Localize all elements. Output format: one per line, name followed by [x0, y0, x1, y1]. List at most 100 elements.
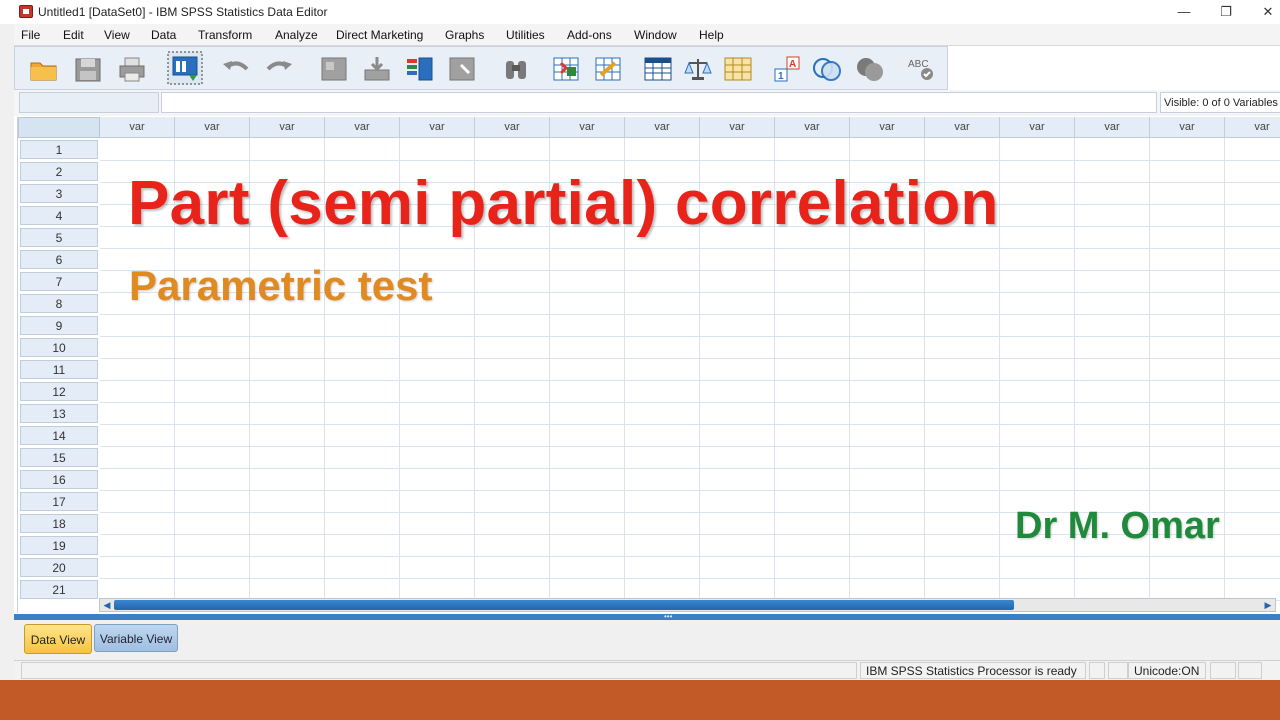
column-header-var[interactable]: var	[1225, 117, 1280, 138]
tab-data-view[interactable]: Data View	[24, 624, 92, 654]
column-header-var[interactable]: var	[475, 117, 550, 138]
visible-variables-count: Visible: 0 of 0 Variables	[1160, 92, 1280, 113]
cell-value-input[interactable]	[161, 92, 1157, 113]
grid-row-line	[100, 314, 1280, 315]
column-header-var[interactable]: var	[250, 117, 325, 138]
save-icon[interactable]	[73, 55, 103, 83]
menu-transform[interactable]: Transform	[198, 28, 252, 42]
menu-file[interactable]: File	[21, 28, 40, 42]
row-header[interactable]: 4	[20, 206, 98, 225]
menu-direct-marketing[interactable]: Direct Marketing	[336, 28, 423, 42]
row-header[interactable]: 20	[20, 558, 98, 577]
menu-add-ons[interactable]: Add-ons	[567, 28, 612, 42]
column-header-var[interactable]: var	[1075, 117, 1150, 138]
horizontal-scrollbar[interactable]: ◀ ▶	[99, 598, 1276, 612]
row-header[interactable]: 11	[20, 360, 98, 379]
value-labels-icon[interactable]: A 1	[773, 55, 803, 83]
menu-data[interactable]: Data	[151, 28, 176, 42]
status-blank-cell	[21, 662, 857, 679]
grid-row-line	[100, 468, 1280, 469]
undo-icon[interactable]	[221, 55, 251, 83]
column-header-var[interactable]: var	[400, 117, 475, 138]
row-header[interactable]: 10	[20, 338, 98, 357]
dialog-recall-icon[interactable]	[167, 51, 203, 85]
variables-icon[interactable]	[405, 55, 435, 83]
tab-variable-view[interactable]: Variable View	[94, 624, 178, 652]
open-folder-icon[interactable]	[29, 55, 59, 83]
column-header-var[interactable]: var	[700, 117, 775, 138]
print-icon[interactable]	[117, 55, 147, 83]
overlay-subtitle: Parametric test	[129, 262, 433, 309]
weight-cases-icon[interactable]	[683, 55, 713, 83]
grid-corner[interactable]	[18, 117, 100, 138]
spell-check-icon[interactable]: ABC	[907, 55, 937, 83]
row-header[interactable]: 9	[20, 316, 98, 335]
menu-graphs[interactable]: Graphs	[445, 28, 484, 42]
scroll-left-arrow-icon[interactable]: ◀	[101, 599, 113, 611]
status-cell-d	[1238, 662, 1262, 679]
restore-button[interactable]: ❐	[1206, 2, 1246, 22]
row-header[interactable]: 12	[20, 382, 98, 401]
menu-utilities[interactable]: Utilities	[506, 28, 545, 42]
row-header[interactable]: 17	[20, 492, 98, 511]
menu-analyze[interactable]: Analyze	[275, 28, 318, 42]
insert-cases-icon[interactable]	[551, 55, 581, 83]
column-header-var[interactable]: var	[1000, 117, 1075, 138]
column-header-var[interactable]: var	[925, 117, 1000, 138]
row-header[interactable]: 6	[20, 250, 98, 269]
row-header[interactable]: 19	[20, 536, 98, 555]
row-header[interactable]: 7	[20, 272, 98, 291]
menu-window[interactable]: Window	[634, 28, 677, 42]
row-header[interactable]: 16	[20, 470, 98, 489]
grid-row-line	[100, 578, 1280, 579]
row-header[interactable]: 3	[20, 184, 98, 203]
cell-reference-box[interactable]	[19, 92, 159, 113]
use-sets-icon[interactable]	[812, 55, 842, 83]
grid-column-line	[1224, 138, 1225, 598]
column-header-var[interactable]: var	[175, 117, 250, 138]
show-all-variables-icon[interactable]	[855, 55, 885, 83]
column-header-var[interactable]: var	[325, 117, 400, 138]
row-header[interactable]: 15	[20, 448, 98, 467]
row-header[interactable]: 18	[20, 514, 98, 533]
column-header-var[interactable]: var	[100, 117, 175, 138]
column-header-var[interactable]: var	[850, 117, 925, 138]
row-header[interactable]: 21	[20, 580, 98, 599]
close-button[interactable]: ✕	[1248, 2, 1280, 22]
scroll-right-arrow-icon[interactable]: ▶	[1262, 599, 1274, 611]
grid-row-line	[100, 160, 1280, 161]
column-header-var[interactable]: var	[625, 117, 700, 138]
row-header[interactable]: 1	[20, 140, 98, 159]
scrollbar-thumb[interactable]	[114, 600, 1014, 610]
spss-app-icon	[19, 5, 33, 18]
select-cases-icon[interactable]	[723, 55, 753, 83]
menu-bar: File Edit View Data Transform Analyze Di…	[14, 24, 1280, 46]
menu-edit[interactable]: Edit	[63, 28, 84, 42]
grid-row-line	[100, 556, 1280, 557]
split-file-icon[interactable]	[643, 55, 673, 83]
find-icon[interactable]	[501, 55, 531, 83]
window-left-edge	[0, 24, 14, 680]
go-to-case-icon[interactable]	[319, 55, 349, 83]
row-header[interactable]: 14	[20, 426, 98, 445]
column-header-var[interactable]: var	[775, 117, 850, 138]
status-bar: IBM SPSS Statistics Processor is ready U…	[14, 660, 1280, 680]
toolbar: A 1 ABC	[14, 46, 948, 90]
svg-text:1: 1	[778, 71, 784, 82]
find-variable-icon[interactable]	[447, 55, 477, 83]
row-header[interactable]: 2	[20, 162, 98, 181]
row-header[interactable]: 5	[20, 228, 98, 247]
go-to-variable-icon[interactable]	[362, 55, 392, 83]
menu-view[interactable]: View	[104, 28, 130, 42]
column-header-var[interactable]: var	[550, 117, 625, 138]
overlay-title: Part (semi partial) correlation	[128, 169, 999, 238]
insert-variable-icon[interactable]	[593, 55, 623, 83]
menu-help[interactable]: Help	[699, 28, 724, 42]
row-header[interactable]: 8	[20, 294, 98, 313]
grid-row-line	[100, 248, 1280, 249]
minimize-button[interactable]: —	[1164, 2, 1204, 22]
row-header[interactable]: 13	[20, 404, 98, 423]
column-header-var[interactable]: var	[1150, 117, 1225, 138]
bottom-banner	[0, 680, 1280, 720]
redo-icon[interactable]	[264, 55, 294, 83]
